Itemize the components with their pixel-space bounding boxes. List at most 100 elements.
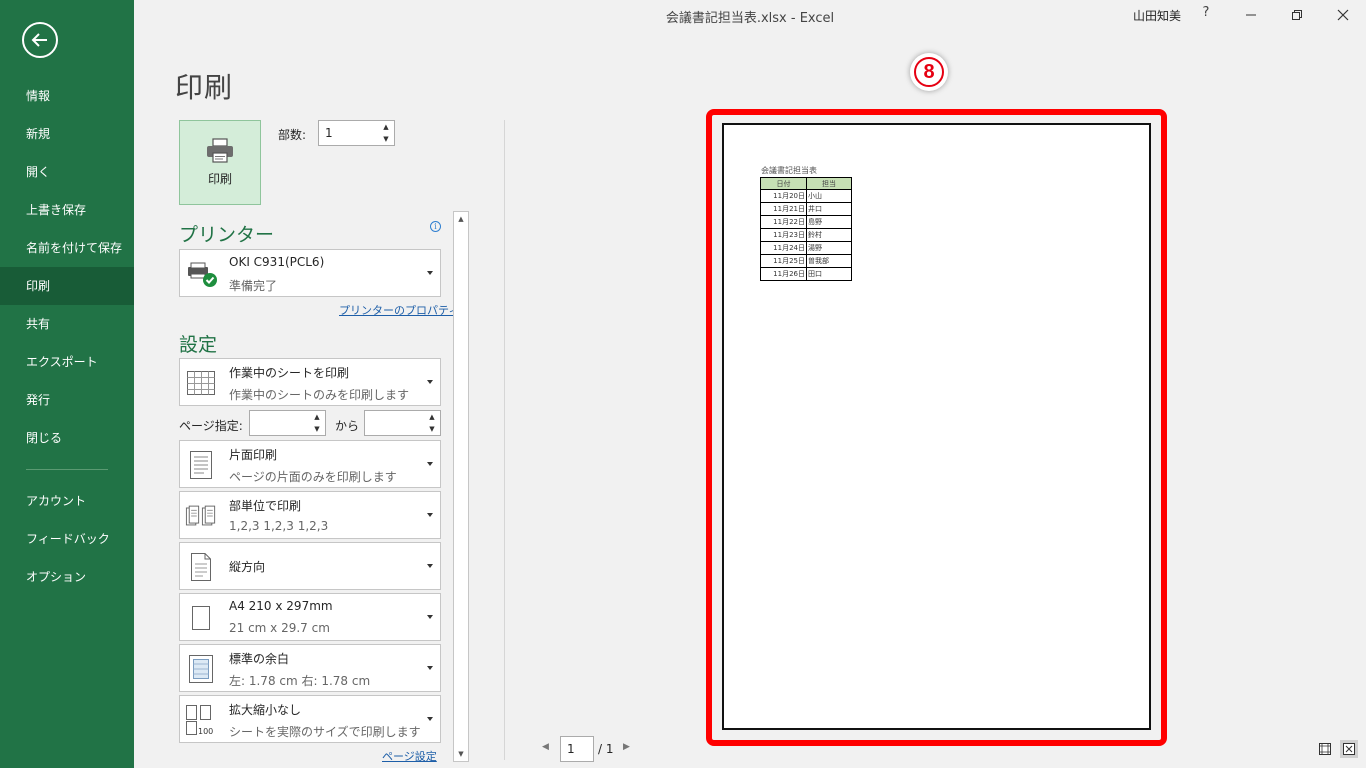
increment-icon[interactable]: ▲ [314,412,319,422]
print-what-title: 作業中のシートを印刷 [229,366,350,380]
orientation-dropdown[interactable]: 縦方向 [179,542,441,590]
nav-item-publish[interactable]: 発行 [0,381,134,419]
name-cell: 田口 [806,267,852,281]
print-button[interactable]: 印刷 [179,120,261,205]
nav-item-save-as[interactable]: 名前を付けて保存 [0,229,134,267]
margins-title: 標準の余白 [229,652,290,666]
print-button-label: 印刷 [207,172,232,186]
sides-title: 片面印刷 [229,448,278,462]
copies-stepper[interactable]: 1 ▲ ▼ [318,120,395,146]
nav-item-account[interactable]: アカウント [0,482,134,520]
collate-dropdown[interactable]: 部単位で印刷 1,2,3 1,2,3 1,2,3 [179,491,441,539]
previous-page-icon[interactable]: ◀ [542,742,549,752]
nav-item-feedback[interactable]: フィードバック [0,520,134,558]
paper-size-dropdown[interactable]: A4 210 x 297mm 21 cm x 29.7 cm [179,593,441,641]
printer-dropdown[interactable]: OKI C931(PCL6) 準備完了 [179,249,441,297]
decrement-icon[interactable]: ▼ [314,424,319,434]
increment-icon[interactable]: ▲ [429,412,434,422]
scaling-dropdown[interactable]: 100 拡大縮小なし シートを実際のサイズで印刷します [179,695,441,743]
margins-subtitle: 左: 1.78 cm 右: 1.78 cm [229,674,371,688]
decrement-icon[interactable]: ▼ [383,134,388,144]
table-row: 11月26日 田口 [760,267,852,281]
zoom-to-page-icon [1343,743,1355,755]
chevron-down-icon [427,513,433,517]
pages-from-stepper[interactable]: ▲ ▼ [249,410,326,436]
printer-name: OKI C931(PCL6) [229,255,325,269]
minimize-icon [1246,14,1256,16]
date-cell: 11月22日 [760,215,807,229]
nav-item-export[interactable]: エクスポート [0,343,134,381]
nav-item-info[interactable]: 情報 [0,77,134,115]
minimize-button[interactable] [1228,0,1274,30]
restore-icon [1292,10,1302,20]
window-title: 会議書記担当表.xlsx - Excel [665,11,835,26]
name-cell: 湯野 [806,241,852,255]
decrement-icon[interactable]: ▼ [429,424,434,434]
scroll-thumb[interactable] [456,228,466,748]
chevron-down-icon [427,615,433,619]
paper-size-title: A4 210 x 297mm [229,599,333,613]
info-icon[interactable]: i [430,221,441,232]
sides-dropdown[interactable]: 片面印刷 ページの片面のみを印刷します [179,440,441,488]
print-what-dropdown[interactable]: 作業中のシートを印刷 作業中のシートのみを印刷します [179,358,441,406]
collate-subtitle: 1,2,3 1,2,3 1,2,3 [229,519,329,533]
printer-properties-link[interactable]: プリンターのプロパティ [339,302,459,318]
table-header: 担当 [806,177,852,190]
pages-label: ページ指定: [179,419,243,433]
sheet-title: 会議書記担当表 [761,166,817,175]
scroll-up-icon[interactable]: ▲ [454,212,468,226]
user-name[interactable]: 山田知美 [1133,7,1181,24]
page-title: 印刷 [175,71,234,104]
next-page-icon[interactable]: ▶ [623,742,630,752]
nav-item-open[interactable]: 開く [0,153,134,191]
nav-item-options[interactable]: オプション [0,558,134,596]
pages-to-stepper[interactable]: ▲ ▼ [364,410,441,436]
help-button[interactable]: ? [1199,5,1213,20]
scroll-down-icon[interactable]: ▼ [454,747,468,761]
nav-item-save[interactable]: 上書き保存 [0,191,134,229]
page-setup-link[interactable]: ページ設定 [382,748,437,764]
restore-button[interactable] [1274,0,1320,30]
back-arrow-button[interactable] [22,22,58,58]
orientation-title: 縦方向 [229,560,266,574]
pages-to-label: から [335,419,360,433]
nav-item-print[interactable]: 印刷 [0,267,134,305]
increment-icon[interactable]: ▲ [383,122,388,132]
step-badge: 8 [910,53,948,91]
chevron-down-icon [427,717,433,721]
chevron-down-icon [427,666,433,670]
chevron-down-icon [427,462,433,466]
name-cell: 小山 [806,189,852,203]
no-scaling-icon: 100 [185,704,217,736]
table-row: 11月20日 小山 [760,189,852,203]
scaling-subtitle: シートを実際のサイズで印刷します [229,725,421,739]
copies-value: 1 [325,126,333,140]
settings-scrollbar[interactable]: ▲ ▼ [453,211,469,762]
settings-heading: 設定 [179,334,218,356]
current-page-input[interactable]: 1 [560,736,594,762]
nav-item-close[interactable]: 閉じる [0,419,134,457]
panel-divider [504,120,505,760]
backstage-sidebar: 情報 新規 開く 上書き保存 名前を付けて保存 印刷 共有 エクスポート 発行 … [0,0,134,768]
backstage-nav: 情報 新規 開く 上書き保存 名前を付けて保存 印刷 共有 エクスポート 発行 … [0,77,134,596]
chevron-down-icon [427,380,433,384]
paper-size-subtitle: 21 cm x 29.7 cm [229,621,330,635]
show-margins-button[interactable] [1316,740,1334,758]
show-margins-icon [1319,743,1331,755]
date-cell: 11月26日 [760,267,807,281]
margins-dropdown[interactable]: 標準の余白 左: 1.78 cm 右: 1.78 cm [179,644,441,692]
printer-ready-icon [185,258,217,290]
printer-icon [207,138,233,163]
zoom-to-page-button[interactable] [1340,740,1358,758]
nav-item-new[interactable]: 新規 [0,115,134,153]
table-row: 11月22日 島野 [760,215,852,229]
table-row: 11月25日 曽我部 [760,254,852,268]
sides-subtitle: ページの片面のみを印刷します [229,470,397,484]
step-number: 8 [914,57,944,87]
date-cell: 11月23日 [760,228,807,242]
close-window-button[interactable] [1320,0,1366,30]
sheet-grid-icon [185,367,217,399]
nav-item-share[interactable]: 共有 [0,305,134,343]
preview-table: 日付 担当 11月20日 小山 11月21日 井口 11月22日 島野 11月23日鈴… [760,177,852,281]
name-cell: 鈴村 [806,228,852,242]
